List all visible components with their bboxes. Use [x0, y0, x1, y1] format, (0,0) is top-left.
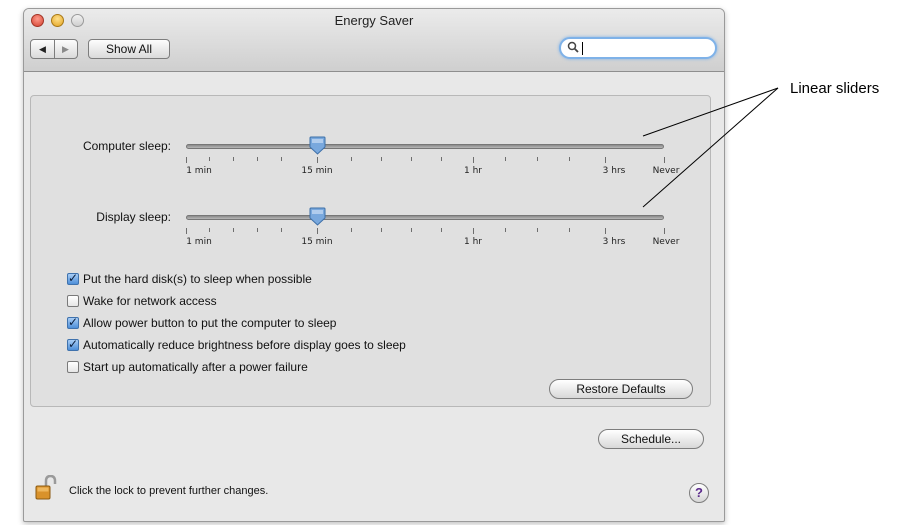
- callout-leader-lines: [642, 87, 779, 208]
- linear-sliders-annotation: Linear sliders: [790, 80, 880, 97]
